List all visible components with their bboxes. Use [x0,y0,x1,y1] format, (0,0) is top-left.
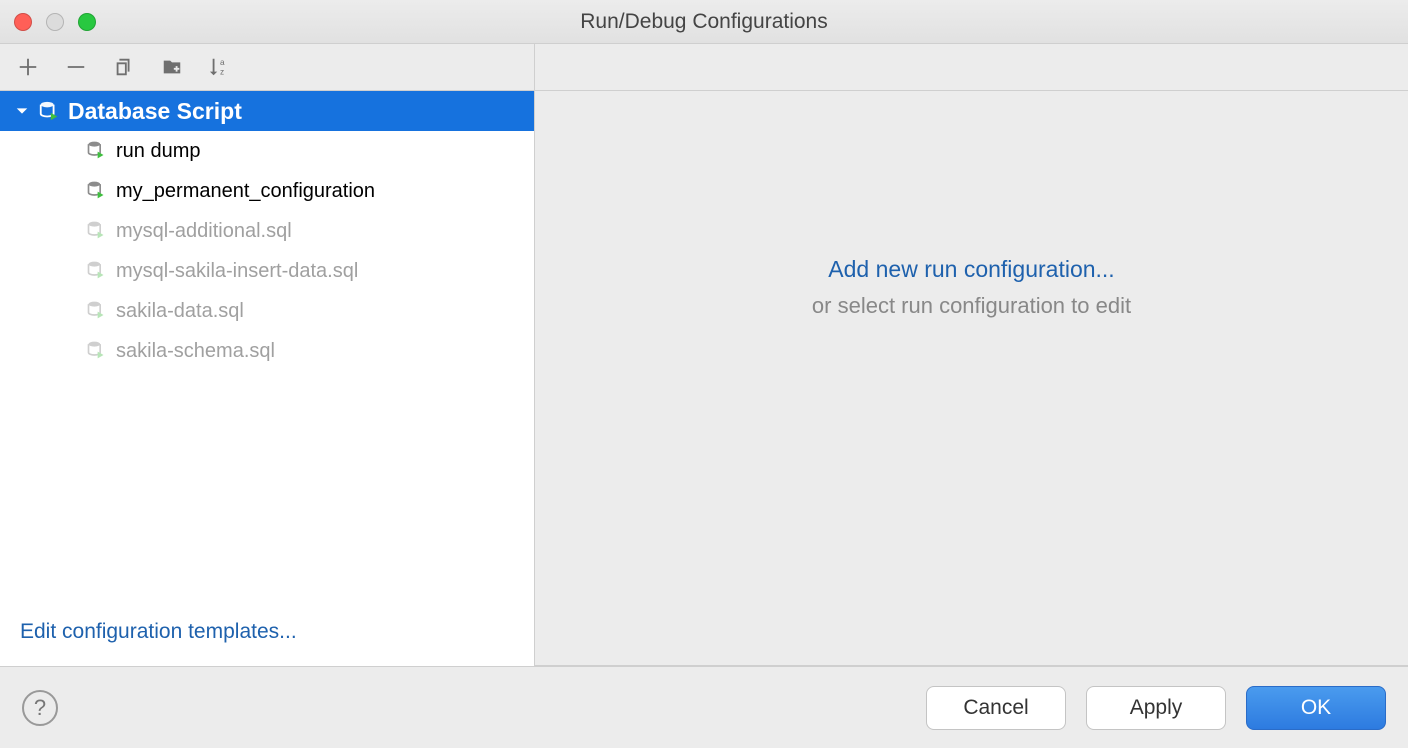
help-button[interactable]: ? [22,690,58,726]
minimize-window-button[interactable] [46,13,64,31]
copy-config-button[interactable] [111,54,137,80]
left-panel: a z Database Script [0,44,535,666]
close-window-button[interactable] [14,13,32,31]
database-run-icon [86,260,108,282]
sort-config-button[interactable]: a z [207,54,233,80]
database-run-icon [38,100,60,122]
footer-buttons: Cancel Apply OK [926,686,1386,730]
tree-item-label: sakila-schema.sql [116,340,275,363]
database-run-icon [86,300,108,322]
svg-text:z: z [220,67,224,76]
config-tree[interactable]: Database Script run dump [0,91,534,606]
right-panel: Add new run configuration... or select r… [535,44,1408,666]
tree-group-label: Database Script [68,98,242,125]
database-run-icon [86,220,108,242]
right-toolbar [535,44,1408,91]
svg-text:a: a [220,58,225,67]
cancel-button[interactable]: Cancel [926,686,1066,730]
right-hint: or select run configuration to edit [812,293,1131,319]
sort-az-icon: a z [208,56,232,78]
database-run-icon [86,180,108,202]
database-run-icon [86,340,108,362]
tree-item-sakila-schema[interactable]: sakila-schema.sql [0,331,534,371]
copy-icon [113,56,135,78]
save-config-button[interactable] [159,54,185,80]
tree-item-sakila-data[interactable]: sakila-data.sql [0,291,534,331]
add-config-button[interactable] [15,54,41,80]
dialog-footer: ? Cancel Apply OK [0,666,1408,748]
tree-group-database-script[interactable]: Database Script [0,91,534,131]
plus-icon [17,56,39,78]
edit-templates-link[interactable]: Edit configuration templates... [20,620,297,643]
tree-item-mysql-sakila-insert-data[interactable]: mysql-sakila-insert-data.sql [0,251,534,291]
tree-item-run-dump[interactable]: run dump [0,131,534,171]
apply-button[interactable]: Apply [1086,686,1226,730]
folder-plus-icon [160,56,184,78]
add-new-config-link[interactable]: Add new run configuration... [828,256,1114,283]
titlebar: Run/Debug Configurations [0,0,1408,44]
left-toolbar: a z [0,44,534,91]
left-footer: Edit configuration templates... [0,606,534,666]
tree-item-my-permanent-configuration[interactable]: my_permanent_configuration [0,171,534,211]
window-title: Run/Debug Configurations [0,10,1408,34]
window-controls [14,13,96,31]
tree-item-label: sakila-data.sql [116,300,244,323]
tree-item-label: run dump [116,140,201,163]
chevron-down-icon [14,103,30,119]
minus-icon [65,56,87,78]
database-run-icon [86,140,108,162]
right-empty-state: Add new run configuration... or select r… [535,91,1408,665]
tree-item-label: mysql-additional.sql [116,220,292,243]
tree-item-mysql-additional[interactable]: mysql-additional.sql [0,211,534,251]
ok-button[interactable]: OK [1246,686,1386,730]
zoom-window-button[interactable] [78,13,96,31]
dialog-body: a z Database Script [0,44,1408,666]
tree-item-label: my_permanent_configuration [116,180,375,203]
question-icon: ? [34,695,46,721]
remove-config-button[interactable] [63,54,89,80]
tree-item-label: mysql-sakila-insert-data.sql [116,260,358,283]
